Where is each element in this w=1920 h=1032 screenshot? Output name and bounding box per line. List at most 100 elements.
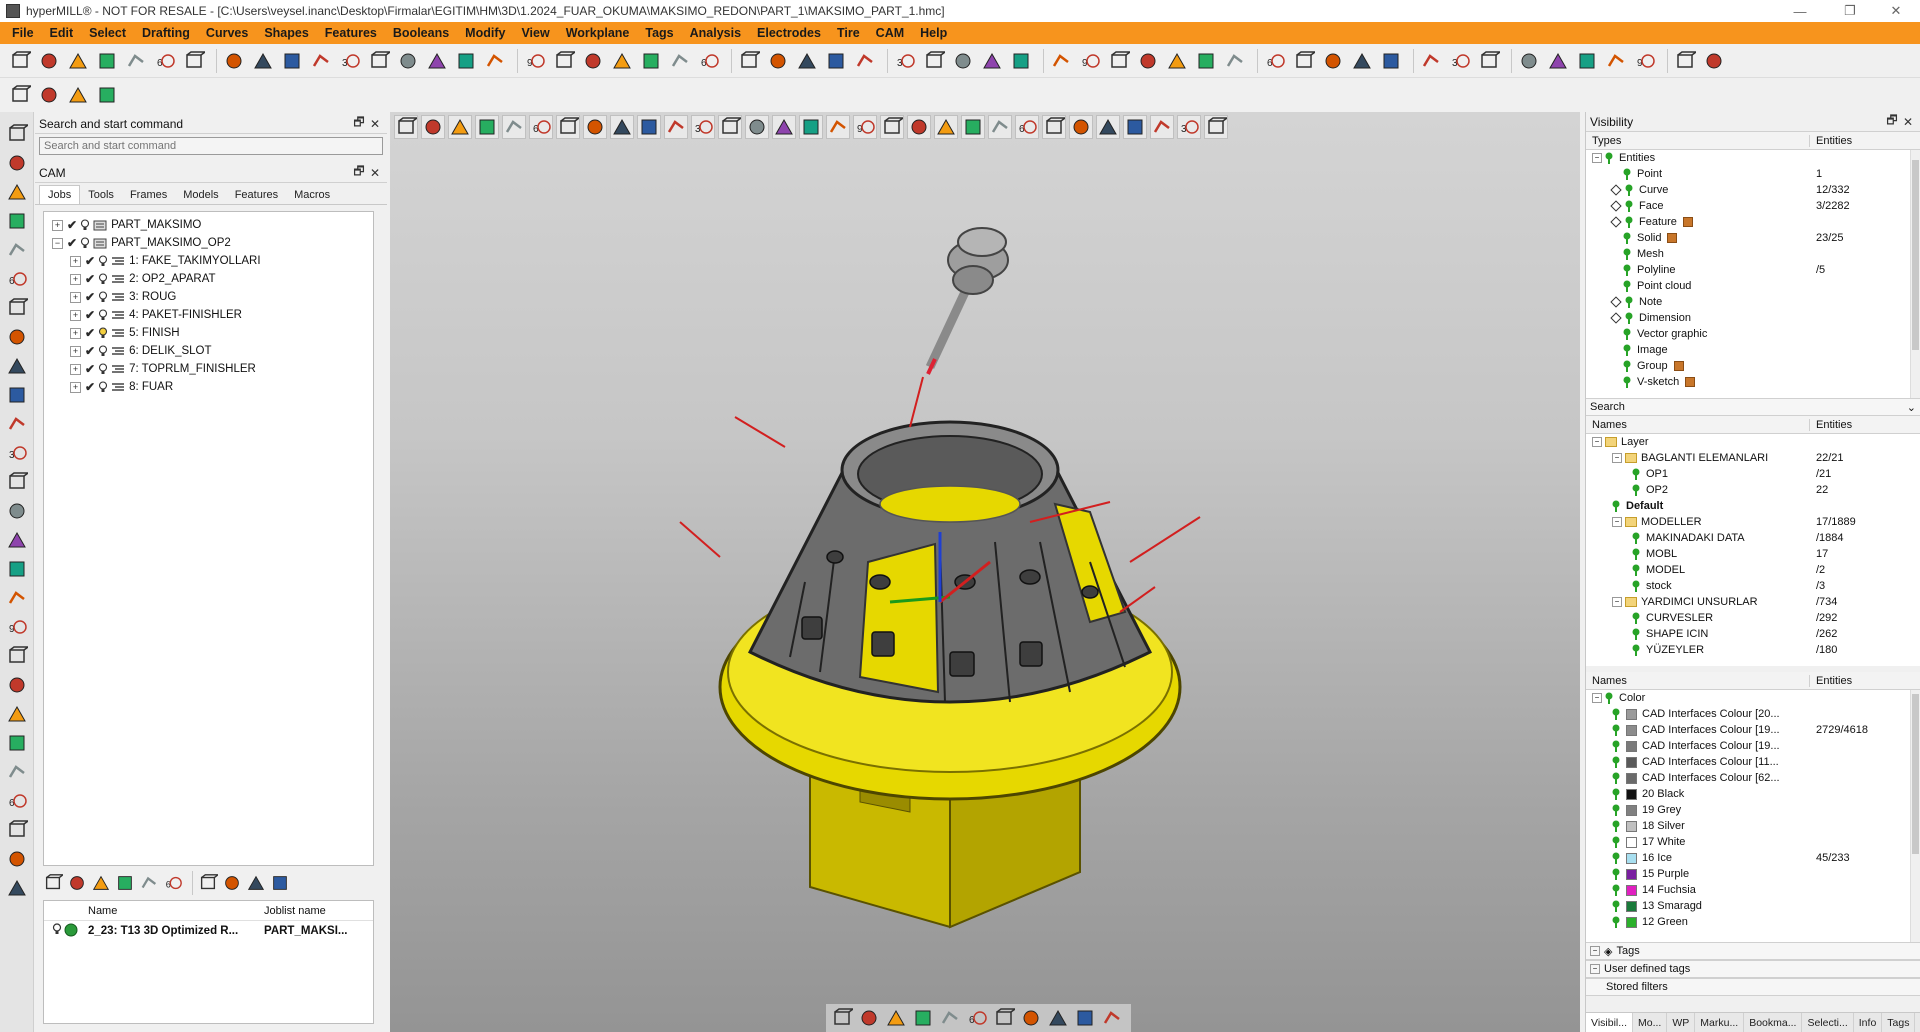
expand-diamond-icon[interactable] [1610,200,1622,212]
toolbar-tool-icon[interactable] [182,49,206,73]
toolbar-tool-icon[interactable] [1046,1006,1070,1030]
toolbar-tool-icon[interactable] [737,49,761,73]
tree-expander[interactable]: − [1592,437,1602,447]
bulb-icon[interactable] [98,291,108,303]
menu-item[interactable]: View [513,22,557,44]
visibility-pin-icon[interactable] [1612,852,1620,864]
toolbar-tool-icon[interactable] [5,180,29,204]
tree-expander[interactable]: + [70,255,81,267]
toolbar-tool-icon[interactable] [8,83,32,107]
toolbar-tool-icon[interactable] [5,528,29,552]
check-icon[interactable]: ✔ [85,344,95,358]
layer-row[interactable]: OP1/21 [1586,466,1920,482]
layer-row[interactable]: MAKINADAKI DATA/1884 [1586,530,1920,546]
menu-item[interactable]: Shapes [256,22,316,44]
tree-expander[interactable]: − [1612,597,1622,607]
job-item[interactable]: + ✔ 3: ROUG [44,288,373,306]
cam-tab[interactable]: Tools [80,186,122,204]
toolbar-tool-icon[interactable] [222,49,246,73]
toolbar-tool-icon[interactable] [5,644,29,668]
toolbar-tool-icon[interactable] [425,49,449,73]
right-panel-tab[interactable]: Tags [1882,1013,1916,1032]
cam-tab[interactable]: Models [175,186,226,204]
minimize-button[interactable]: — [1780,0,1820,22]
check-icon[interactable]: ✔ [85,362,95,376]
expand-diamond-icon[interactable] [1610,312,1622,324]
toolbar-tool-icon[interactable] [5,731,29,755]
search-input[interactable] [39,137,383,155]
toolbar-tool-icon[interactable] [5,325,29,349]
toolbar-tool-icon[interactable] [139,873,159,893]
toolbar-tool-icon[interactable] [992,1006,1016,1030]
toolbar-tool-icon[interactable] [938,1006,962,1030]
visibility-pin-icon[interactable] [1623,280,1631,292]
toolbar-tool-icon[interactable] [67,873,87,893]
toolbar-tool-icon[interactable] [1049,49,1073,73]
toolbar-tool-icon[interactable] [454,49,478,73]
toolbar-tool-icon[interactable] [5,586,29,610]
chevron-down-icon[interactable]: ⌄ [1907,401,1916,414]
expand-diamond-icon[interactable] [1610,216,1622,228]
layer-row[interactable]: stock/3 [1586,578,1920,594]
cam-tab[interactable]: Jobs [39,185,81,204]
menu-item[interactable]: Select [81,22,134,44]
color-root[interactable]: − Color [1586,690,1920,706]
toolbar-tool-icon[interactable] [222,873,242,893]
toolbar-tool-icon[interactable] [37,49,61,73]
type-row[interactable]: Polyline/5 [1586,262,1920,278]
toolbar-tool-icon[interactable]: 6 [965,1006,989,1030]
toolbar-tool-icon[interactable]: 6 [1263,49,1287,73]
menu-item[interactable]: Electrodes [749,22,829,44]
toolbar-tool-icon[interactable] [246,873,266,893]
toolbar-tool-icon[interactable] [124,49,148,73]
tags-expander[interactable]: − [1590,946,1600,956]
color-row[interactable]: 16 Ice 45/233 [1586,850,1920,866]
maximize-button[interactable]: ❐ [1830,0,1870,22]
visibility-pin-icon[interactable] [1612,884,1620,896]
toolbar-tool-icon[interactable] [1477,49,1501,73]
right-panel-tab[interactable]: WP [1667,1013,1696,1032]
bulb-icon[interactable] [98,345,108,357]
toolbar-tool-icon[interactable] [43,873,63,893]
color-row[interactable]: 17 White [1586,834,1920,850]
toolbar-tool-icon[interactable] [115,873,135,893]
bulb-icon[interactable] [98,363,108,375]
toolbar-tool-icon[interactable] [610,49,634,73]
visibility-pin-icon[interactable] [1612,820,1620,832]
type-row[interactable]: Dimension [1586,310,1920,326]
toolbar-tool-icon[interactable] [668,49,692,73]
cam-tab[interactable]: Macros [286,186,338,204]
menu-item[interactable]: CAM [868,22,912,44]
menu-item[interactable]: Tire [829,22,868,44]
layer-row[interactable]: − BAGLANTI ELEMANLARI 22/21 [1586,450,1920,466]
toolbar-tool-icon[interactable] [91,873,111,893]
toolbar-tool-icon[interactable] [5,209,29,233]
toolbar-tool-icon[interactable] [5,470,29,494]
bulb-icon[interactable] [44,923,64,939]
type-row[interactable]: Vector graphic [1586,326,1920,342]
layer-row[interactable]: OP2 22 [1586,482,1920,498]
layer-row[interactable]: MOBL 17 [1586,546,1920,562]
layer-root[interactable]: − Layer [1586,434,1920,450]
toolbar-tool-icon[interactable] [5,818,29,842]
toolbar-tool-icon[interactable] [639,49,663,73]
tree-expander[interactable]: + [70,327,81,339]
visibility-pin-icon[interactable] [1632,628,1640,640]
visibility-pin-icon[interactable] [1623,344,1631,356]
visibility-pin-icon[interactable] [1612,900,1620,912]
toolbar-tool-icon[interactable] [5,151,29,175]
col-joblist-header[interactable]: Joblist name [264,905,326,917]
visibility-pin-icon[interactable] [1612,500,1620,512]
bulb-icon[interactable] [80,219,90,231]
color-row[interactable]: 13 Smaragd [1586,898,1920,914]
menu-item[interactable]: Analysis [682,22,749,44]
float-icon[interactable]: 🗗 [351,113,367,134]
toolbar-tool-icon[interactable] [198,873,218,893]
part-3d-model[interactable] [390,112,1580,1002]
toolbar-tool-icon[interactable] [5,673,29,697]
toolbar-tool-icon[interactable] [66,83,90,107]
type-row[interactable]: Feature [1586,214,1920,230]
layer-row[interactable]: − MODELLER 17/1889 [1586,514,1920,530]
toolbar-tool-icon[interactable] [1136,49,1160,73]
toolbar-tool-icon[interactable] [1073,1006,1097,1030]
